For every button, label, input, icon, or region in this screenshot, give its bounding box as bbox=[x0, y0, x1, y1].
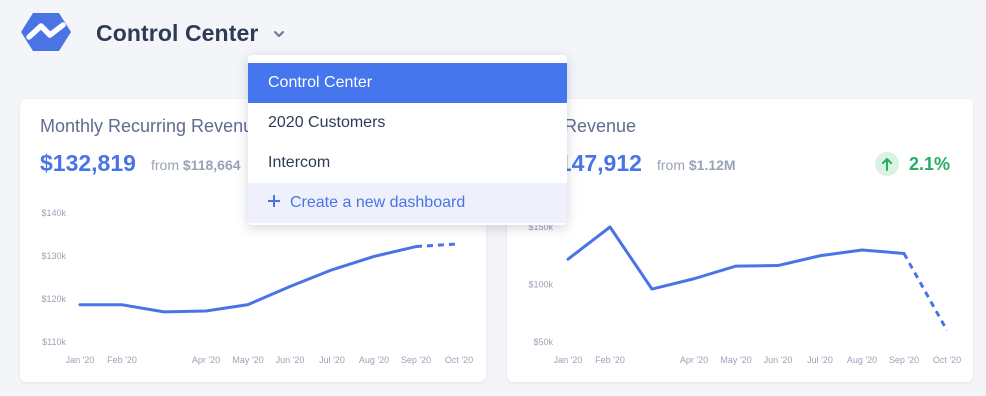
x-tick-label: Jul '20 bbox=[807, 355, 833, 365]
y-tick-label: $100k bbox=[528, 280, 553, 290]
revenue-line-chart: $50k$100k$150kJan '20 Feb '20 Apr '20 May '… bbox=[528, 222, 961, 365]
x-tick-label: Sep '20 bbox=[889, 355, 919, 365]
create-dashboard-label: Create a new dashboard bbox=[290, 194, 466, 211]
baremetrics-logo-icon[interactable] bbox=[20, 12, 72, 52]
x-tick-label: Jun '20 bbox=[764, 355, 793, 365]
projected-series-line bbox=[415, 242, 460, 249]
projected-series-line bbox=[902, 252, 949, 332]
dropdown-item-control-center[interactable]: Control Center bbox=[248, 63, 567, 103]
x-tick-label: Sep '20 bbox=[401, 355, 431, 365]
series-line bbox=[566, 225, 906, 291]
series-line bbox=[78, 245, 418, 314]
revenue-card[interactable]: Revenue $147,912 from $1.12M 2.1% $50k $1… bbox=[507, 99, 973, 382]
x-tick-label: May '20 bbox=[720, 355, 751, 365]
x-tick-label: Jan '20 bbox=[554, 355, 583, 365]
chevron-down-icon[interactable] bbox=[271, 27, 287, 41]
x-tick-label: Oct '20 bbox=[445, 355, 473, 365]
plus-icon bbox=[268, 194, 280, 207]
x-tick-label: Aug '20 bbox=[359, 355, 389, 365]
dropdown-item-intercom[interactable]: Intercom bbox=[248, 143, 567, 183]
app-title[interactable]: Control Center bbox=[96, 20, 258, 47]
x-tick-label: Jul '20 bbox=[319, 355, 345, 365]
y-tick-label: $120k bbox=[41, 294, 66, 304]
y-tick-label: $110k bbox=[42, 337, 66, 347]
x-tick-label: Jun '20 bbox=[276, 355, 305, 365]
x-tick-label: Apr '20 bbox=[680, 355, 708, 365]
y-tick-label: $140k bbox=[41, 208, 66, 218]
x-tick-label: Oct '20 bbox=[933, 355, 961, 365]
dashboard-dropdown-menu: Control Center 2020 Customers Intercom C… bbox=[248, 55, 567, 225]
x-tick-label: Jan '20 bbox=[66, 355, 95, 365]
y-tick-label: $130k bbox=[41, 251, 66, 261]
x-tick-label: Apr '20 bbox=[192, 355, 220, 365]
x-tick-label: Feb '20 bbox=[107, 355, 137, 365]
create-dashboard-button[interactable]: Create a new dashboard bbox=[248, 183, 567, 223]
x-tick-label: Feb '20 bbox=[595, 355, 625, 365]
dropdown-item-2020-customers[interactable]: 2020 Customers bbox=[248, 103, 567, 143]
x-tick-label: May '20 bbox=[232, 355, 263, 365]
x-tick-label: Aug '20 bbox=[847, 355, 877, 365]
y-tick-label: $50k bbox=[533, 337, 553, 347]
